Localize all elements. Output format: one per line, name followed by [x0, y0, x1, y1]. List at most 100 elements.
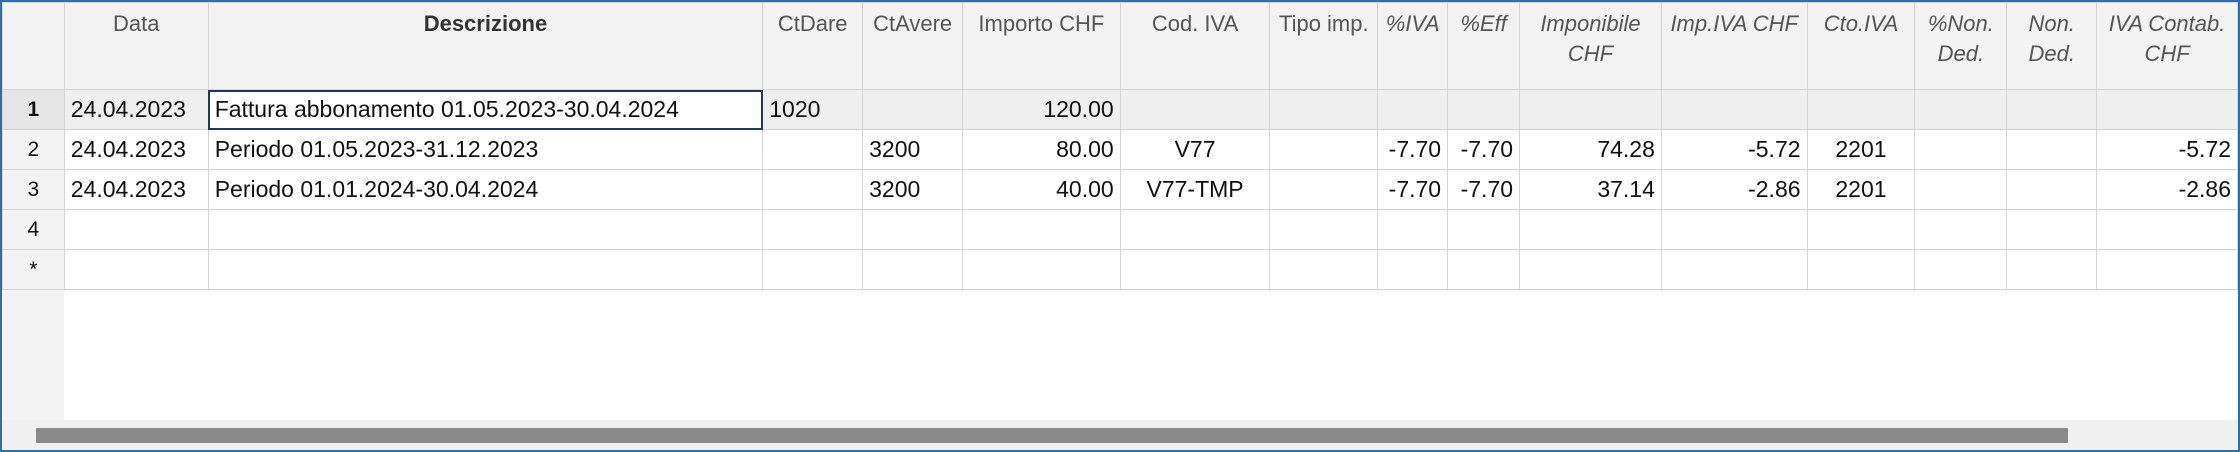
corner-cell[interactable]	[2, 2, 65, 90]
cell-ctdare[interactable]	[762, 209, 864, 250]
cell-ctavere[interactable]	[862, 89, 964, 130]
cell-nonded[interactable]	[2006, 249, 2098, 290]
cell-pnonded[interactable]	[1914, 209, 2008, 250]
cell-piva[interactable]: -7.70	[1377, 129, 1449, 170]
cell-peff[interactable]: -7.70	[1447, 129, 1521, 170]
cell-imponibile[interactable]: 37.14	[1519, 169, 1662, 210]
col-header-ctavere[interactable]: CtAvere	[862, 2, 964, 90]
col-header-piva[interactable]: %IVA	[1377, 2, 1449, 90]
col-header-nonded[interactable]: Non. Ded.	[2006, 2, 2098, 90]
cell-importo[interactable]: 40.00	[962, 169, 1121, 210]
cell-tipoimp[interactable]	[1269, 169, 1379, 210]
col-header-codiva[interactable]: Cod. IVA	[1119, 2, 1271, 90]
cell-impiva[interactable]: -5.72	[1660, 129, 1808, 170]
cell-tipoimp[interactable]	[1269, 209, 1379, 250]
table-row-1[interactable]: 1 24.04.2023 Fattura abbonamento 01.05.2…	[2, 89, 2238, 130]
cell-ctavere[interactable]: 3200	[862, 129, 964, 170]
cell-ivacontab[interactable]	[2096, 209, 2238, 250]
col-header-tipoimp[interactable]: Tipo imp.	[1269, 2, 1379, 90]
cell-importo[interactable]: 120.00	[962, 89, 1121, 130]
cell-descrizione[interactable]: Periodo 01.05.2023-31.12.2023	[207, 129, 764, 170]
cell-impiva[interactable]	[1660, 249, 1808, 290]
cell-impiva[interactable]: -2.86	[1660, 169, 1808, 210]
cell-data[interactable]: 24.04.2023	[63, 169, 209, 210]
table-row-3[interactable]: 3 24.04.2023 Periodo 01.01.2024-30.04.20…	[2, 169, 2238, 210]
horizontal-scrollbar[interactable]	[2, 420, 2238, 450]
cell-importo[interactable]: 80.00	[962, 129, 1121, 170]
row-number[interactable]: 4	[2, 209, 65, 250]
cell-codiva[interactable]	[1119, 209, 1271, 250]
cell-importo[interactable]	[962, 249, 1121, 290]
cell-ivacontab[interactable]: -5.72	[2096, 129, 2238, 170]
row-number[interactable]: 3	[2, 169, 65, 210]
cell-ctavere[interactable]	[862, 209, 964, 250]
col-header-peff[interactable]: %Eff	[1447, 2, 1521, 90]
cell-impiva[interactable]	[1660, 209, 1808, 250]
cell-imponibile[interactable]	[1519, 249, 1662, 290]
cell-descrizione-selected[interactable]: Fattura abbonamento 01.05.2023-30.04.202…	[207, 89, 764, 130]
cell-data[interactable]	[63, 249, 209, 290]
cell-codiva[interactable]: V77-TMP	[1119, 169, 1271, 210]
cell-peff[interactable]: -7.70	[1447, 169, 1521, 210]
cell-imponibile[interactable]: 74.28	[1519, 129, 1662, 170]
col-header-importo[interactable]: Importo CHF	[962, 2, 1121, 90]
cell-ivacontab[interactable]	[2096, 249, 2238, 290]
col-header-impiva[interactable]: Imp.IVA CHF	[1660, 2, 1808, 90]
cell-tipoimp[interactable]	[1269, 89, 1379, 130]
cell-ctoiva[interactable]: 2201	[1806, 129, 1916, 170]
table-row-new[interactable]: *	[2, 249, 2238, 290]
cell-pnonded[interactable]	[1914, 169, 2008, 210]
cell-imponibile[interactable]	[1519, 209, 1662, 250]
col-header-ctoiva[interactable]: Cto.IVA	[1806, 2, 1916, 90]
cell-ctdare[interactable]: 1020	[762, 89, 864, 130]
cell-codiva[interactable]	[1119, 249, 1271, 290]
cell-pnonded[interactable]	[1914, 129, 2008, 170]
cell-ctavere[interactable]	[862, 249, 964, 290]
cell-tipoimp[interactable]	[1269, 249, 1379, 290]
cell-ctdare[interactable]	[762, 129, 864, 170]
col-header-imponibile[interactable]: Imponibile CHF	[1519, 2, 1662, 90]
col-header-data[interactable]: Data	[63, 2, 209, 90]
cell-nonded[interactable]	[2006, 169, 2098, 210]
cell-codiva[interactable]	[1119, 89, 1271, 130]
cell-impiva[interactable]	[1660, 89, 1808, 130]
cell-piva[interactable]	[1377, 249, 1449, 290]
cell-ctoiva[interactable]	[1806, 89, 1916, 130]
scrollbar-thumb[interactable]	[36, 428, 2068, 443]
cell-piva[interactable]: -7.70	[1377, 169, 1449, 210]
cell-pnonded[interactable]	[1914, 249, 2008, 290]
cell-data[interactable]: 24.04.2023	[63, 129, 209, 170]
cell-ctdare[interactable]	[762, 249, 864, 290]
cell-descrizione[interactable]	[207, 209, 764, 250]
cell-codiva[interactable]: V77	[1119, 129, 1271, 170]
cell-data[interactable]: 24.04.2023	[63, 89, 209, 130]
cell-piva[interactable]	[1377, 209, 1449, 250]
col-header-descrizione[interactable]: Descrizione	[207, 2, 764, 90]
row-number[interactable]: 2	[2, 129, 65, 170]
row-number[interactable]: *	[2, 249, 65, 290]
cell-pnonded[interactable]	[1914, 89, 2008, 130]
cell-ctavere[interactable]: 3200	[862, 169, 964, 210]
cell-ctdare[interactable]	[762, 169, 864, 210]
cell-peff[interactable]	[1447, 249, 1521, 290]
col-header-ctdare[interactable]: CtDare	[762, 2, 864, 90]
cell-importo[interactable]	[962, 209, 1121, 250]
cell-nonded[interactable]	[2006, 129, 2098, 170]
cell-descrizione[interactable]	[207, 249, 764, 290]
cell-ctoiva[interactable]	[1806, 209, 1916, 250]
cell-ivacontab[interactable]	[2096, 89, 2238, 130]
cell-data[interactable]	[63, 209, 209, 250]
cell-descrizione[interactable]: Periodo 01.01.2024-30.04.2024	[207, 169, 764, 210]
cell-tipoimp[interactable]	[1269, 129, 1379, 170]
col-header-ivacontab[interactable]: IVA Contab. CHF	[2096, 2, 2238, 90]
cell-nonded[interactable]	[2006, 209, 2098, 250]
cell-ivacontab[interactable]: -2.86	[2096, 169, 2238, 210]
cell-ctoiva[interactable]	[1806, 249, 1916, 290]
cell-piva[interactable]	[1377, 89, 1449, 130]
col-header-pnonded[interactable]: %Non. Ded.	[1914, 2, 2008, 90]
cell-peff[interactable]	[1447, 209, 1521, 250]
cell-imponibile[interactable]	[1519, 89, 1662, 130]
table-row-4[interactable]: 4	[2, 209, 2238, 250]
cell-nonded[interactable]	[2006, 89, 2098, 130]
cell-ctoiva[interactable]: 2201	[1806, 169, 1916, 210]
